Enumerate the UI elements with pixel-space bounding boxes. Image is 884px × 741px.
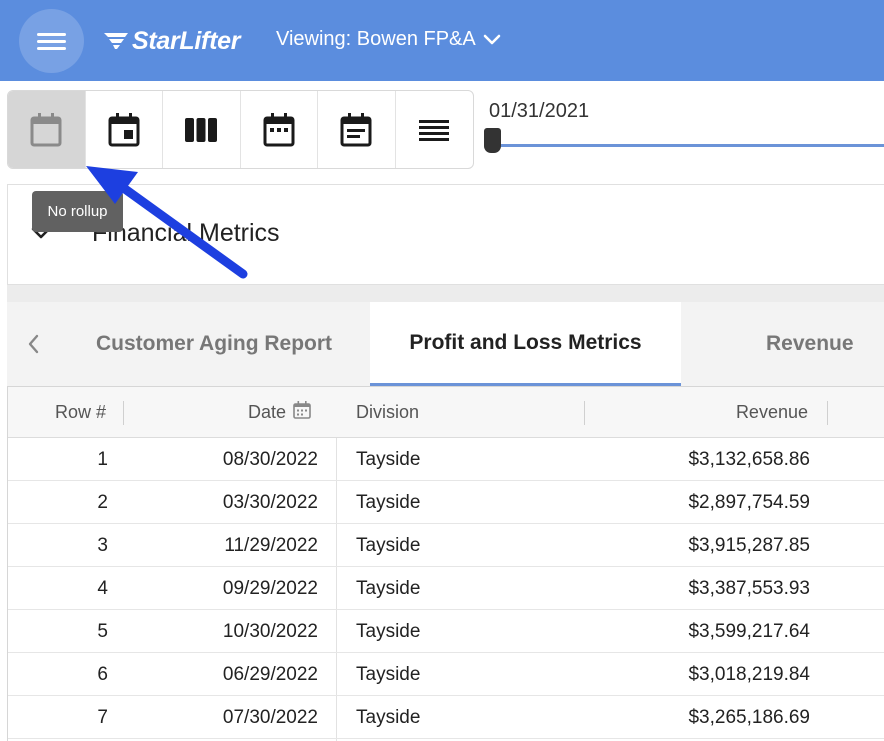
viewing-selector[interactable]: Viewing: Bowen FP&A: [276, 28, 502, 51]
cell-date: 09/29/2022: [222, 577, 318, 599]
cell-row-number: 1: [97, 448, 108, 470]
no-rollup-tooltip: No rollup: [32, 191, 123, 232]
columns-icon: [185, 117, 218, 142]
cell-row-number: 6: [97, 663, 108, 685]
cell-revenue: $2,897,754.59: [688, 491, 810, 513]
starlifter-logo-icon: [104, 33, 128, 49]
column-resize-handle[interactable]: [827, 401, 828, 425]
app-header: StarLifter Viewing: Bowen FP&A: [0, 0, 884, 81]
cell-revenue: $3,599,217.64: [688, 620, 810, 642]
cell-division: Tayside: [356, 577, 421, 599]
cell-row-number: 5: [97, 620, 108, 642]
rollup-toolbar: [7, 90, 474, 169]
section-divider: [7, 285, 884, 302]
report-tabs: Customer Aging Report Profit and Loss Me…: [7, 302, 884, 386]
cell-date: 07/30/2022: [222, 706, 318, 728]
cell-revenue: $3,265,186.69: [688, 706, 810, 728]
brand-logo[interactable]: StarLifter: [102, 24, 240, 58]
table-row[interactable]: 4 09/29/2022 Tayside $3,387,553.93: [8, 567, 884, 610]
cell-date: 03/30/2022: [222, 491, 318, 513]
date-slider-track[interactable]: [497, 144, 884, 147]
date-slider-handle[interactable]: [484, 128, 501, 153]
table-row[interactable]: 1 08/30/2022 Tayside $3,132,658.86: [8, 438, 884, 481]
tab-revenue[interactable]: Revenue: [681, 302, 884, 386]
cell-row-number: 2: [97, 491, 108, 513]
calendar-icon: [293, 400, 311, 419]
viewing-label: Viewing: Bowen FP&A: [276, 28, 476, 50]
data-table: Row # Date Division Revenue 1 08/30/2022…: [7, 386, 884, 741]
cell-division: Tayside: [356, 448, 421, 470]
cell-date: 11/29/2022: [224, 534, 318, 556]
tab-scroll-left-button[interactable]: [7, 302, 58, 386]
cell-revenue: $3,387,553.93: [688, 577, 810, 599]
column-header-revenue[interactable]: Revenue: [584, 387, 826, 438]
column-header-row-number[interactable]: Row #: [8, 387, 124, 438]
table-row[interactable]: 6 06/29/2022 Tayside $3,018,219.84: [8, 653, 884, 696]
financial-metrics-section: Financial Metrics: [7, 184, 884, 285]
calendar-day-icon: [108, 112, 140, 146]
daily-rollup-button[interactable]: [86, 91, 163, 168]
quarterly-rollup-button[interactable]: [318, 91, 396, 168]
cell-date: 10/30/2022: [222, 620, 318, 642]
cell-row-number: 4: [97, 577, 108, 599]
table-header: Row # Date Division Revenue: [8, 387, 884, 438]
calendar-blank-icon: [30, 112, 62, 146]
table-row[interactable]: 2 03/30/2022 Tayside $2,897,754.59: [8, 481, 884, 524]
hamburger-menu-icon[interactable]: [19, 9, 84, 73]
cell-date: 06/29/2022: [222, 663, 318, 685]
cell-division: Tayside: [356, 534, 421, 556]
brand-name: StarLifter: [132, 26, 241, 55]
column-header-date[interactable]: Date: [124, 387, 336, 438]
yearly-rollup-button[interactable]: [396, 91, 474, 168]
cell-revenue: $3,132,658.86: [688, 448, 810, 470]
cell-row-number: 7: [97, 706, 108, 728]
calendar-month-icon: [263, 112, 295, 146]
table-row[interactable]: 7 07/30/2022 Tayside $3,265,186.69: [8, 696, 884, 739]
no-rollup-button[interactable]: [8, 91, 86, 168]
column-header-date-label: Date: [247, 402, 286, 422]
cell-revenue: $3,018,219.84: [688, 663, 810, 685]
chevron-down-icon: [483, 34, 501, 44]
chevron-left-icon: [28, 334, 38, 354]
cell-date: 08/30/2022: [222, 448, 318, 470]
cell-division: Tayside: [356, 663, 421, 685]
column-header-division[interactable]: Division: [336, 387, 584, 438]
table-row[interactable]: 3 11/29/2022 Tayside $3,915,287.85: [8, 524, 884, 567]
monthly-rollup-button[interactable]: [241, 91, 318, 168]
slider-date-label: 01/31/2021: [489, 100, 590, 122]
cell-revenue: $3,915,287.85: [688, 534, 810, 556]
cell-division: Tayside: [356, 491, 421, 513]
cell-division: Tayside: [356, 620, 421, 642]
cell-division: Tayside: [356, 706, 421, 728]
tab-profit-and-loss-metrics[interactable]: Profit and Loss Metrics: [370, 302, 681, 386]
weekly-rollup-button[interactable]: [163, 91, 241, 168]
calendar-list-icon: [340, 112, 372, 146]
tab-customer-aging-report[interactable]: Customer Aging Report: [58, 302, 370, 386]
cell-row-number: 3: [97, 534, 108, 556]
rows-lines-icon: [419, 119, 450, 141]
table-row[interactable]: 5 10/30/2022 Tayside $3,599,217.64: [8, 610, 884, 653]
